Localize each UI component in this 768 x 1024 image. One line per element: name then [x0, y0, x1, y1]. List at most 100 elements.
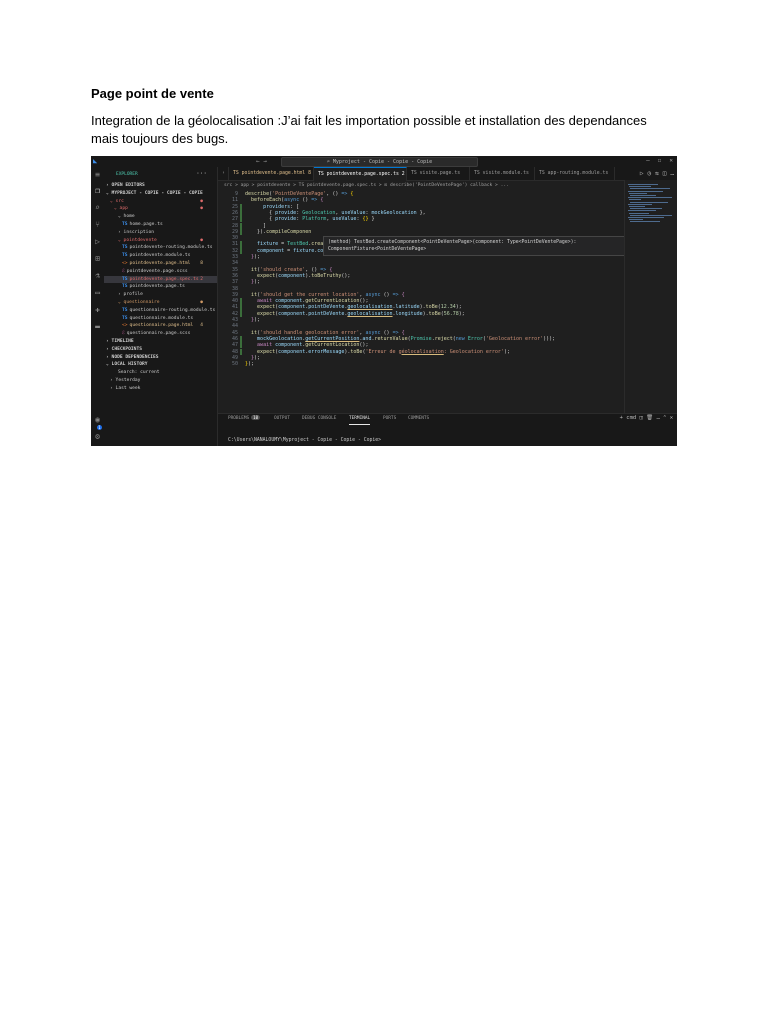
tree-item[interactable]: ℰpointdevente.page.scss — [104, 268, 217, 276]
tree-item[interactable]: ⌄ home — [104, 213, 217, 221]
panel-tab-label: DEBUG CONSOLE — [302, 416, 337, 421]
search-icon[interactable]: ⌕ — [93, 203, 102, 212]
tab-pointdevente-spec[interactable]: TS pointdevente.page.spec.ts 2 × — [314, 167, 407, 181]
breadcrumb[interactable]: src > app > pointdevente > TS pointdeven… — [218, 182, 624, 190]
tree-item[interactable]: TS pointdevente.page.spec.ts 2 — [104, 275, 217, 284]
sidebar-section[interactable]: › TIMELINE — [104, 338, 217, 346]
panel-tab-ports[interactable]: PORTS — [383, 414, 396, 424]
remote-explorer-icon[interactable]: ▭ — [93, 288, 102, 297]
tree-item[interactable]: TS pointdevente.module.ts — [104, 252, 217, 260]
close-panel-icon[interactable]: ✕ — [670, 415, 673, 421]
tree-item[interactable]: ⌄ src ● — [104, 198, 217, 206]
tree-item-label: ⌄ questionnaire — [118, 299, 160, 305]
paragraph-line-1: Integration de la géolocalisation :J’ai … — [91, 113, 647, 128]
command-center[interactable]: ⌕ Myproject - Copie - Copie - Copie — [281, 157, 478, 167]
tree-item-label: <> questionnaire.page.html — [122, 322, 193, 330]
tree-item-text: pointdevente-routing.module.ts — [129, 245, 213, 251]
explorer-sidebar: EXPLORER ··· › OPEN EDITORS ⌄ MYPROJECT -… — [104, 167, 218, 446]
terminal-prompt[interactable]: C:\Users\NANALOUMY\Myproject - Copie - C… — [228, 438, 381, 443]
minimap[interactable] — [624, 180, 677, 413]
code-line: 50}); — [218, 361, 630, 367]
panel-tab-label: PROBLEMS — [228, 416, 250, 421]
tab-overflow[interactable]: › — [218, 167, 229, 180]
run-icon[interactable]: ▷ — [640, 170, 644, 177]
tree-item-text: pointdevente.page.ts — [129, 284, 185, 290]
source-control-icon[interactable]: ⑂ — [93, 220, 102, 229]
tree-item-label: ⌄ pointdevente — [118, 237, 157, 243]
tree-item-label: › CHECKPOINTS — [106, 346, 142, 352]
compare-icon[interactable]: ⇆ — [655, 170, 659, 177]
panel-tab-output[interactable]: OUTPUT — [274, 414, 290, 424]
tree-item[interactable]: Search: current — [104, 369, 217, 377]
minimap-line — [630, 208, 662, 210]
maximize-icon[interactable]: ☐ — [658, 157, 662, 164]
tree-item[interactable]: TS home.page.ts — [104, 221, 217, 229]
tree-item[interactable]: ⌄ pointdevente ● — [104, 237, 217, 245]
tree-item[interactable]: › inscription — [104, 229, 217, 237]
tree-item-text: LOCAL HISTORY — [111, 362, 148, 368]
more-actions-icon[interactable]: ··· — [196, 170, 207, 177]
sidebar-section[interactable]: › CHECKPOINTS — [104, 346, 217, 354]
extensions-icon[interactable]: ⊞ — [93, 254, 102, 263]
tree-item[interactable]: ⌄ app ● — [104, 205, 217, 213]
tree-item[interactable]: TS pointdevente.page.ts — [104, 283, 217, 291]
tree-item[interactable]: TS pointdevente-routing.module.ts — [104, 244, 217, 252]
close-icon[interactable]: ✕ — [669, 157, 673, 164]
run-debug-icon[interactable]: ▷ — [93, 237, 102, 246]
panel-tab-debug-console[interactable]: DEBUG CONSOLE — [302, 414, 336, 424]
tree-item-text: questionnaire.page.scss — [126, 331, 191, 337]
panel-tab-comments[interactable]: COMMENTS — [408, 414, 429, 424]
tree-item[interactable]: <> questionnaire.page.html 4 — [104, 322, 217, 330]
sass-icon: ℰ — [122, 268, 125, 274]
tab-pointdevente-html[interactable]: TS pointdevente.page.html 8 — [229, 167, 314, 180]
explorer-icon[interactable]: ❐ — [93, 186, 102, 195]
python-icon[interactable]: ✚ — [93, 305, 102, 314]
settings-gear-icon[interactable]: ⚙ — [93, 432, 102, 441]
tab-app-routing[interactable]: TS app-routing.module.ts — [535, 167, 615, 180]
minimap-line — [628, 197, 672, 199]
panel-tab-problems[interactable]: PROBLEMS 10 — [228, 414, 260, 424]
sidebar-section[interactable]: ⌄ LOCAL HISTORY — [104, 361, 217, 369]
line-number: 50 — [231, 361, 238, 368]
minimize-icon[interactable]: — — [646, 157, 650, 164]
tree-item[interactable]: <> pointdevente.page.html 8 — [104, 260, 217, 268]
sidebar-section[interactable]: › NODE DEPENDENCIES — [104, 354, 217, 362]
split-terminal-icon[interactable]: ◫ — [640, 415, 643, 421]
trash-icon[interactable]: 🗑 — [646, 415, 653, 421]
maximize-panel-icon[interactable]: ⌃ — [663, 415, 666, 421]
minimap-line — [629, 219, 643, 221]
code-editor[interactable]: 9 describe('PointDeVentePage', () => {11 … — [218, 191, 630, 413]
panel-tab-terminal[interactable]: TERMINAL — [349, 414, 371, 425]
more-icon[interactable]: … — [670, 170, 674, 177]
tree-item-text: pointdevente.page.scss — [126, 268, 188, 274]
vscode-logo-icon: ◣ — [93, 157, 98, 165]
history-nav-arrows[interactable]: ← → — [256, 158, 267, 165]
add-terminal-icon[interactable]: + — [620, 415, 623, 421]
tree-item[interactable]: ⌄ questionnaire ● — [104, 299, 217, 307]
tree-item[interactable]: › profile — [104, 291, 217, 299]
typescript-icon: TS — [122, 245, 128, 251]
terminal-type[interactable]: cmd — [626, 415, 636, 421]
more-icon[interactable]: … — [656, 415, 659, 421]
problem-badge: 4 — [200, 323, 203, 329]
tree-item-text: NODE DEPENDENCIES — [111, 354, 159, 360]
timeline-icon[interactable]: ◷ — [648, 170, 652, 177]
tree-item-label: ℰquestionnaire.page.scss — [122, 330, 190, 338]
tree-item[interactable]: TS questionnaire-routing.module.ts — [104, 307, 217, 315]
tree-item[interactable]: ℰquestionnaire.page.scss — [104, 330, 217, 338]
menu-icon[interactable]: ≡ — [93, 170, 102, 179]
tab-visite-page[interactable]: TS visite.page.ts — [407, 167, 470, 180]
folder-icon[interactable]: ▬ — [93, 322, 102, 331]
tree-item[interactable]: › Yesterday — [104, 377, 217, 385]
tree-item[interactable]: › Last week — [104, 385, 217, 393]
tree-item-label: TS questionnaire.module.ts — [122, 315, 193, 323]
tree-item-label: <> pointdevente.page.html — [122, 260, 190, 268]
problem-badge: 8 — [200, 260, 203, 266]
sidebar-section[interactable]: ⌄ MYPROJECT - COPIE - COPIE - COPIE — [104, 190, 217, 198]
split-editor-icon[interactable]: ◫ — [663, 170, 667, 177]
account-icon[interactable]: ◉ — [93, 415, 102, 424]
tree-item[interactable]: TS questionnaire.module.ts — [104, 315, 217, 323]
sidebar-section[interactable]: › OPEN EDITORS — [104, 182, 217, 190]
testing-icon[interactable]: ⚗ — [93, 271, 102, 280]
tab-visite-module[interactable]: TS visite.module.ts — [470, 167, 535, 180]
